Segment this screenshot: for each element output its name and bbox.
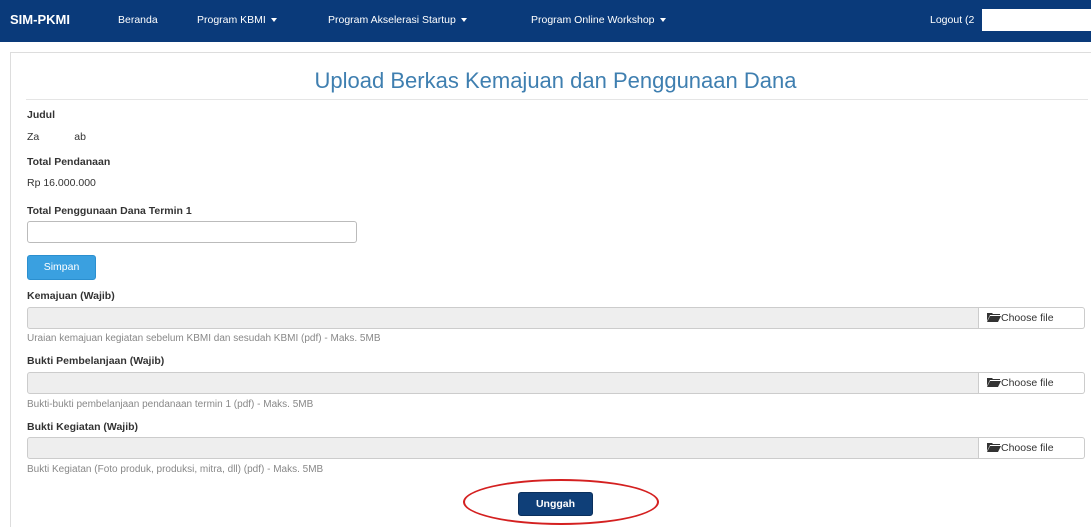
caret-down-icon [270,18,277,23]
choose-file-label: Choose file [1001,442,1054,454]
nav-beranda-label: Beranda [118,14,158,26]
redacted-username [982,9,1091,31]
unggah-button[interactable]: Unggah [518,492,593,516]
folder-open-icon [987,378,1001,388]
nav-program-kbmi[interactable]: Program KBMI [197,14,277,26]
nav-program-workshop-label: Program Online Workshop [531,14,655,26]
kemajuan-choose-file-button[interactable]: Choose file [979,307,1085,329]
bukti-pembelanjaan-choose-file-button[interactable]: Choose file [979,372,1085,394]
bukti-kegiatan-label: Bukti Kegiatan (Wajib) [27,421,139,433]
top-navbar: SIM-PKMI Beranda Program KBMI Program Ak… [0,0,1091,42]
kemajuan-label: Kemajuan (Wajib) [27,290,115,302]
nav-beranda[interactable]: Beranda [118,14,158,26]
bukti-kegiatan-file-field[interactable] [27,437,979,459]
bukti-pembelanjaan-file-field[interactable] [27,372,979,394]
bukti-pembelanjaan-label: Bukti Pembelanjaan (Wajib) [27,355,165,367]
bukti-kegiatan-choose-file-button[interactable]: Choose file [979,437,1085,459]
folder-open-icon [987,443,1001,453]
simpan-button[interactable]: Simpan [27,255,96,280]
kemajuan-help-text: Uraian kemajuan kegiatan sebelum KBMI da… [27,333,381,344]
choose-file-label: Choose file [1001,377,1054,389]
caret-down-icon [460,18,467,23]
choose-file-label: Choose file [1001,312,1054,324]
nav-program-workshop[interactable]: Program Online Workshop [531,14,666,26]
penggunaan-dana-label: Total Penggunaan Dana Termin 1 [27,205,192,217]
title-divider [26,99,1088,100]
bukti-pembelanjaan-help-text: Bukti-bukti pembelanjaan pendanaan termi… [27,399,314,410]
penggunaan-dana-input[interactable] [27,221,357,243]
nav-program-akselerasi-label: Program Akselerasi Startup [328,14,456,26]
total-pendanaan-value: Rp 16.000.000 [27,177,96,189]
nav-program-kbmi-label: Program KBMI [197,14,266,26]
kemajuan-file-field[interactable] [27,307,979,329]
caret-down-icon [659,18,666,23]
judul-value: Za ab [27,131,86,143]
folder-open-icon [987,313,1001,323]
judul-label: Judul [27,109,55,121]
page-title: Upload Berkas Kemajuan dan Penggunaan Da… [314,68,797,93]
nav-program-akselerasi[interactable]: Program Akselerasi Startup [328,14,467,26]
brand-logo[interactable]: SIM-PKMI [10,12,70,27]
logout-label: Logout (2 [930,14,975,26]
total-pendanaan-label: Total Pendanaan [27,156,111,168]
bukti-kegiatan-help-text: Bukti Kegiatan (Foto produk, produksi, m… [27,464,324,475]
logout-link[interactable]: Logout (2 [930,14,974,26]
